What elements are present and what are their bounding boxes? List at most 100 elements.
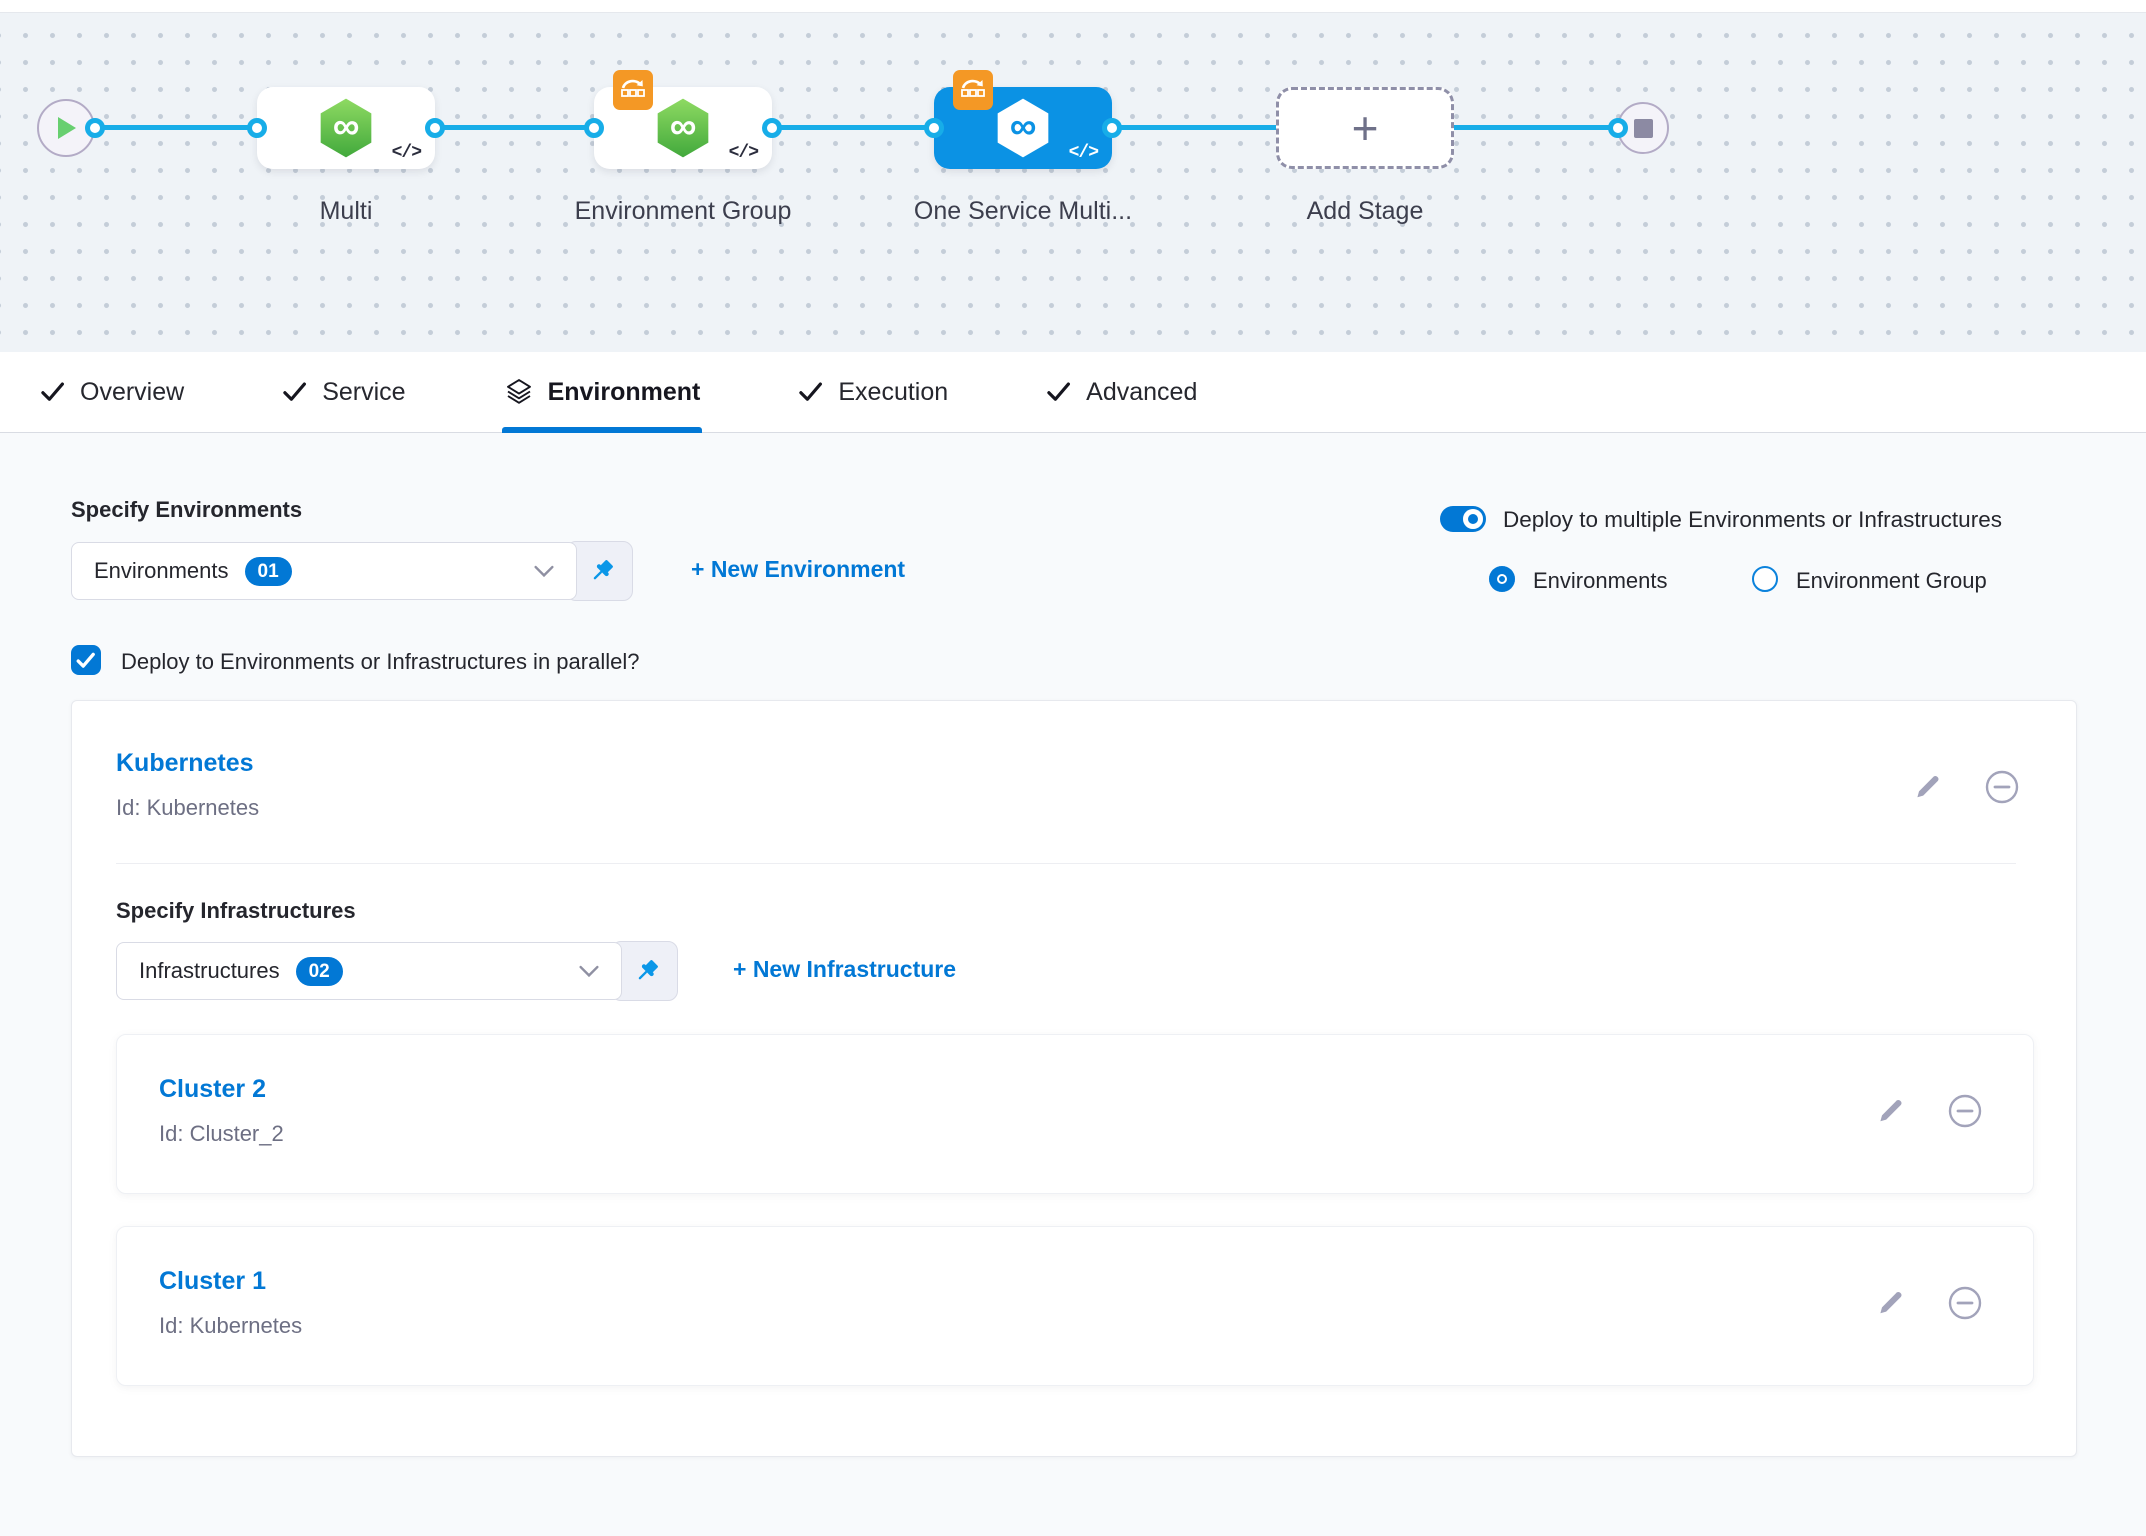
infrastructure-name-link[interactable]: Cluster 1 [159, 1267, 266, 1296]
service-hexagon-icon: ∞ [314, 95, 378, 161]
stage-label-one-service-multi: One Service Multi... [893, 190, 1153, 232]
port [924, 118, 944, 138]
environments-count-badge: 01 [245, 557, 292, 586]
code-icon: </> [1069, 143, 1098, 163]
pencil-icon [1875, 1288, 1905, 1318]
pencil-icon [1875, 1096, 1905, 1126]
infrastructure-actions [1875, 1285, 1983, 1321]
minus-circle-icon [1984, 769, 2020, 805]
tab-label: Service [322, 378, 405, 407]
tab-overview[interactable]: Overview [40, 352, 184, 432]
stage-tabbar: Overview Service Environment Execution [0, 352, 2146, 433]
pipeline-stage-page: ∞ </> Multi ∞ </> Environment Grou [0, 0, 2146, 1536]
pin-icon [632, 956, 662, 986]
svg-text:∞: ∞ [333, 105, 360, 147]
port [425, 118, 445, 138]
pipeline-canvas: ∞ </> Multi ∞ </> Environment Grou [0, 13, 2146, 352]
infrastructure-card: Cluster 1 Id: Kubernetes [116, 1226, 2034, 1386]
new-environment-link[interactable]: + New Environment [691, 556, 905, 583]
chevron-down-icon [534, 565, 554, 578]
edit-infrastructure-button[interactable] [1875, 1096, 1905, 1126]
port [584, 118, 604, 138]
add-stage-button[interactable]: + [1276, 87, 1454, 169]
pencil-icon [1912, 772, 1942, 802]
port [1608, 118, 1628, 138]
play-icon [54, 115, 78, 141]
service-hexagon-icon: ∞ [991, 95, 1055, 161]
layers-icon [504, 377, 534, 407]
propagate-badge-icon [613, 70, 653, 110]
divider [116, 863, 2016, 864]
remove-environment-button[interactable] [1984, 769, 2020, 805]
tab-environment[interactable]: Environment [504, 352, 701, 432]
infrastructure-actions [1875, 1093, 1983, 1129]
tab-label: Overview [80, 378, 184, 407]
environments-select[interactable]: Environments 01 [71, 542, 577, 600]
edit-infrastructure-button[interactable] [1875, 1288, 1905, 1318]
infrastructures-select[interactable]: Infrastructures 02 [116, 942, 622, 1000]
check-icon [76, 652, 96, 669]
radio-environment-group-label[interactable]: Environment Group [1796, 568, 1987, 594]
svg-text:∞: ∞ [1010, 105, 1037, 147]
add-stage-label: Add Stage [1235, 190, 1495, 232]
plus-icon: + [1352, 105, 1379, 151]
stop-icon [1634, 119, 1653, 138]
remove-infrastructure-button[interactable] [1947, 1093, 1983, 1129]
port [247, 118, 267, 138]
new-infrastructure-link[interactable]: + New Infrastructure [733, 956, 956, 983]
toggle-knob [1463, 509, 1483, 529]
radio-environments[interactable] [1489, 566, 1515, 592]
minus-circle-icon [1947, 1285, 1983, 1321]
radio-environments-label[interactable]: Environments [1533, 568, 1668, 594]
chevron-down-icon [579, 965, 599, 978]
infrastructure-id: Id: Kubernetes [159, 1313, 302, 1339]
pin-icon [587, 556, 617, 586]
deploy-multiple-toggle[interactable] [1440, 506, 1486, 532]
infrastructure-id: Id: Cluster_2 [159, 1121, 284, 1147]
check-icon [798, 379, 824, 405]
port [762, 118, 782, 138]
minus-circle-icon [1947, 1093, 1983, 1129]
top-strip [0, 0, 2146, 13]
parallel-checkbox[interactable] [71, 645, 101, 675]
stage-node-multi[interactable]: ∞ </> [257, 87, 435, 169]
environment-actions [1912, 769, 2020, 805]
port [85, 118, 105, 138]
specify-infrastructures-label: Specify Infrastructures [116, 898, 356, 924]
environment-id: Id: Kubernetes [116, 795, 259, 821]
propagate-badge-icon [953, 70, 993, 110]
deploy-multiple-toggle-label: Deploy to multiple Environments or Infra… [1503, 507, 2002, 533]
infrastructures-select-value: Infrastructures [139, 958, 280, 984]
environment-card: Kubernetes Id: Kubernetes Specify Infras… [71, 700, 2077, 1457]
infrastructure-name-link[interactable]: Cluster 2 [159, 1075, 266, 1104]
edit-environment-button[interactable] [1912, 772, 1942, 802]
infrastructures-count-badge: 02 [296, 957, 343, 986]
tab-label: Advanced [1086, 378, 1197, 407]
check-icon [282, 379, 308, 405]
infrastructure-card: Cluster 2 Id: Cluster_2 [116, 1034, 2034, 1194]
stage-node-one-service-multi[interactable]: ∞ </> [934, 87, 1112, 169]
radio-environment-group[interactable] [1752, 566, 1778, 592]
parallel-checkbox-label: Deploy to Environments or Infrastructure… [121, 649, 639, 675]
tab-label: Execution [838, 378, 948, 407]
tab-execution[interactable]: Execution [798, 352, 948, 432]
stage-node-environment-group[interactable]: ∞ </> [594, 87, 772, 169]
tab-label: Environment [548, 378, 701, 407]
active-tab-underline [502, 427, 703, 433]
environment-name-link[interactable]: Kubernetes [116, 749, 254, 778]
stage-label-environment-group: Environment Group [553, 190, 813, 232]
environments-dropdown: Environments 01 [71, 541, 633, 601]
check-icon [1046, 379, 1072, 405]
port [1102, 118, 1122, 138]
svg-text:∞: ∞ [670, 105, 697, 147]
check-icon [40, 379, 66, 405]
remove-infrastructure-button[interactable] [1947, 1285, 1983, 1321]
specify-environments-label: Specify Environments [71, 497, 302, 523]
environments-select-value: Environments [94, 558, 229, 584]
tab-advanced[interactable]: Advanced [1046, 352, 1197, 432]
code-icon: </> [729, 143, 758, 163]
infrastructures-dropdown: Infrastructures 02 [116, 941, 678, 1001]
code-icon: </> [392, 143, 421, 163]
tab-service[interactable]: Service [282, 352, 405, 432]
stage-label-multi: Multi [216, 190, 476, 232]
